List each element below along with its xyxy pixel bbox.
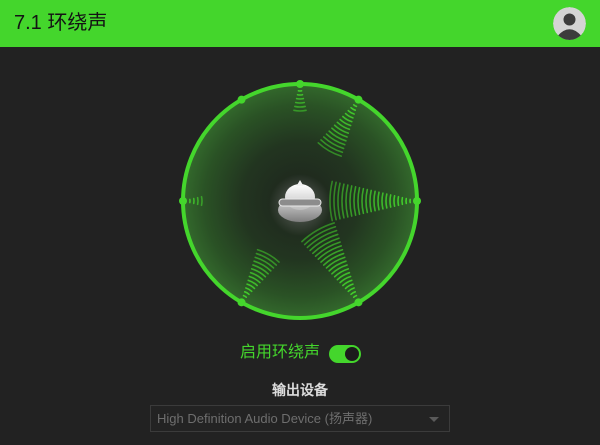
app-window: 7.1 环绕声 启用环绕声 输出设备 High Definition Audio… <box>0 0 600 445</box>
speaker-dot-icon[interactable] <box>296 80 304 88</box>
sound-wave-arc <box>381 192 384 210</box>
listener-head-icon <box>269 174 331 236</box>
toggle-knob <box>345 347 359 361</box>
speaker-front-left[interactable] <box>237 95 246 104</box>
output-device-label: 输出设备 <box>272 382 328 398</box>
avatar-head <box>563 13 576 26</box>
account-button[interactable] <box>553 7 586 40</box>
title-bar: 7.1 环绕声 <box>0 0 600 47</box>
sound-wave-arc <box>385 193 388 209</box>
surround-toggle[interactable] <box>329 345 361 363</box>
output-device-dropdown[interactable]: High Definition Audio Device (扬声器) <box>150 405 450 432</box>
speaker-dot-icon[interactable] <box>237 298 246 307</box>
sound-wave-arc <box>393 195 396 207</box>
listener-headband <box>278 198 322 207</box>
chevron-down-icon[interactable] <box>429 417 439 422</box>
speaker-dot-icon[interactable] <box>179 197 187 205</box>
surround-toggle-label: 启用环绕声 <box>239 344 320 361</box>
output-device-value: High Definition Audio Device (扬声器) <box>157 411 373 426</box>
speaker-dot-icon[interactable] <box>354 95 363 104</box>
sound-wave-arc <box>294 105 306 108</box>
speaker-dot-icon[interactable] <box>413 197 421 205</box>
user-avatar-icon <box>553 7 586 40</box>
sound-wave-arc <box>293 109 307 112</box>
speaker-dot-icon[interactable] <box>237 95 246 104</box>
surround-visualizer <box>179 80 421 320</box>
page-title: 7.1 环绕声 <box>14 12 108 34</box>
speaker-dot-icon[interactable] <box>354 298 363 307</box>
sound-wave-arc <box>389 194 392 208</box>
